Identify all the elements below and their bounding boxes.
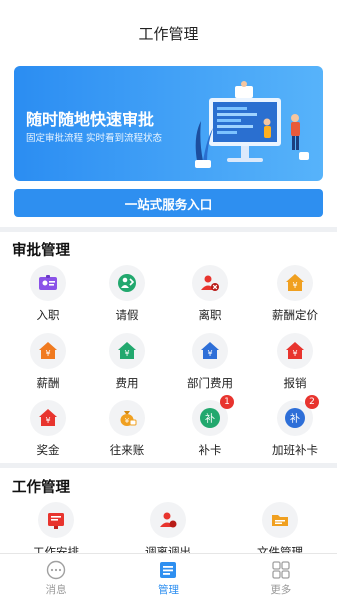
approval-item-label: 奖金 [36, 443, 60, 457]
section-divider [0, 463, 337, 468]
salary-house-icon: ¥ [39, 342, 57, 359]
work-schedule-icon [48, 513, 64, 529]
bonus-house-icon: ¥ [39, 409, 57, 426]
section-divider [0, 227, 337, 232]
approval-item-label: 加班补卡 [272, 443, 318, 457]
banner-title: 随时随地快速审批 [26, 110, 155, 129]
department-expense-icon: ¥ [201, 342, 219, 359]
svg-text:补: 补 [290, 412, 300, 425]
message-icon [46, 560, 66, 580]
approval-item-reimbursement[interactable]: ¥ 报销 [253, 333, 337, 395]
notification-badge: 2 [305, 395, 319, 409]
svg-text:¥: ¥ [292, 349, 297, 358]
approval-item-label: 费用 [115, 376, 139, 390]
approval-item-accounts[interactable]: ¥ 往来账 [85, 400, 169, 462]
approval-item-label: 补卡 [198, 443, 222, 457]
promo-banner[interactable]: 随时随地快速审批 固定审批流程 实时看到流程状态 [14, 66, 323, 181]
approval-item-label: 部门费用 [187, 376, 233, 390]
salary-house-icon: ¥ [286, 274, 304, 291]
person-remove-icon [201, 275, 219, 291]
approval-item-salary[interactable]: ¥ 薪酬 [6, 333, 90, 395]
approval-item-bonus[interactable]: ¥ 奖金 [6, 400, 90, 462]
id-card-icon [39, 275, 57, 290]
tab-label: 更多 [270, 584, 292, 596]
bottom-tab-bar: 消息 管理 更多 [0, 553, 337, 600]
approval-item-supplement-card[interactable]: 补 1 补卡 [168, 395, 252, 462]
approval-section-title: 审批管理 [12, 243, 70, 259]
work-section-title: 工作管理 [12, 480, 70, 496]
person-leave-icon [118, 274, 136, 292]
approval-item-label: 薪酬 [36, 376, 60, 390]
tab-label: 消息 [45, 584, 67, 596]
tab-messages[interactable]: 消息 [0, 554, 112, 600]
approval-item-department-expense[interactable]: ¥ 部门费用 [168, 333, 252, 395]
tab-more[interactable]: 更多 [225, 554, 337, 600]
approval-item-label: 报销 [283, 376, 307, 390]
approval-item-label: 薪酬定价 [272, 308, 318, 322]
approval-item-leave[interactable]: 请假 [85, 265, 169, 327]
svg-text:¥: ¥ [45, 349, 50, 358]
approval-item-label: 请假 [115, 308, 139, 322]
transfer-icon [160, 512, 177, 528]
overtime-card-icon: 补 [285, 408, 305, 428]
more-grid-icon [272, 561, 290, 579]
expense-house-icon: ¥ [118, 342, 136, 359]
manage-icon [160, 562, 177, 578]
approval-item-expense[interactable]: ¥ 费用 [85, 333, 169, 395]
svg-text:¥: ¥ [207, 349, 212, 358]
folder-icon [272, 515, 288, 526]
banner-illustration [195, 81, 309, 168]
approval-item-label: 往来账 [109, 443, 145, 457]
approval-item-overtime-card[interactable]: 补 2 加班补卡 [253, 395, 337, 462]
approval-item-salary-pricing[interactable]: ¥ 薪酬定价 [253, 265, 337, 327]
svg-text:¥: ¥ [125, 417, 130, 425]
one-stop-service-button[interactable]: 一站式服务入口 [14, 189, 323, 217]
svg-text:¥: ¥ [292, 281, 297, 290]
money-bag-icon: ¥ [120, 411, 137, 426]
approval-item-label: 离职 [198, 308, 222, 322]
svg-text:补: 补 [205, 412, 215, 425]
top-bar: 工作管理 [0, 0, 337, 66]
page-title: 工作管理 [138, 24, 199, 43]
banner-subtitle: 固定审批流程 实时看到流程状态 [26, 133, 163, 144]
reimburse-house-icon: ¥ [286, 342, 304, 359]
svg-text:¥: ¥ [124, 349, 129, 358]
tab-label: 管理 [157, 584, 179, 596]
supplement-card-icon: 补 [200, 408, 220, 428]
tab-manage[interactable]: 管理 [112, 554, 224, 600]
approval-item-label: 入职 [36, 308, 60, 322]
svg-text:¥: ¥ [45, 416, 50, 425]
notification-badge: 1 [220, 395, 234, 409]
approval-item-onboarding[interactable]: 入职 [6, 265, 90, 327]
approval-item-resignation[interactable]: 离职 [168, 265, 252, 327]
